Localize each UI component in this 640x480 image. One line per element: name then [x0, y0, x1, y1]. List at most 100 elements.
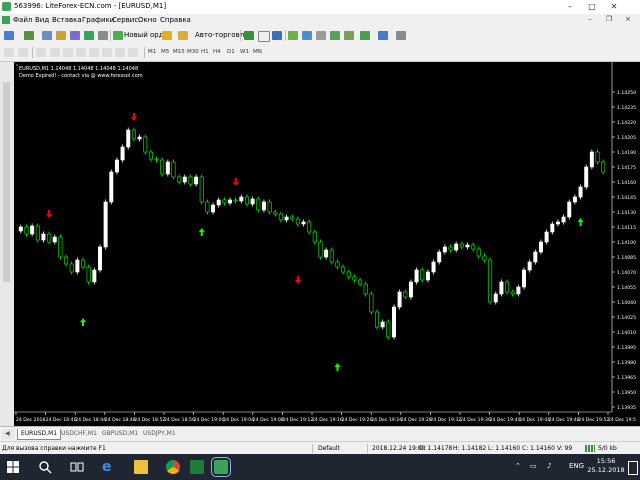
- minimize-button[interactable]: –: [560, 0, 580, 13]
- network-icon[interactable]: ▭: [530, 462, 537, 470]
- candle-body: [471, 244, 476, 250]
- new-chart-icon[interactable]: [4, 31, 14, 40]
- task-view-icon[interactable]: [70, 460, 84, 474]
- line-chart-icon[interactable]: [272, 31, 282, 40]
- navigator-icon[interactable]: [70, 31, 80, 40]
- candle-body: [589, 151, 594, 168]
- profile-name[interactable]: Default: [318, 445, 340, 452]
- tab-usdjpy[interactable]: USDJPY,M1: [140, 429, 179, 439]
- timeframe-m1[interactable]: M1: [148, 49, 156, 55]
- child-minimize-button[interactable]: –: [584, 15, 596, 23]
- maximize-button[interactable]: □: [582, 0, 602, 13]
- zoom-out-icon[interactable]: [302, 31, 312, 40]
- candle-body: [380, 321, 385, 328]
- child-close-button[interactable]: ×: [622, 15, 634, 23]
- tester-icon[interactable]: [98, 31, 108, 40]
- price-tick-label: 1.14145: [617, 195, 636, 201]
- text-label-icon[interactable]: [115, 48, 125, 57]
- candlesticks-icon[interactable]: [258, 31, 270, 42]
- timeframe-h4[interactable]: H4: [213, 49, 221, 55]
- volume-icon[interactable]: ♪: [547, 462, 551, 470]
- menu-help[interactable]: Справка: [160, 16, 191, 24]
- menu-view[interactable]: Вид: [35, 16, 49, 24]
- chart-window-icon: [2, 16, 10, 24]
- time-tick-label: 24 Dec 19:40: [490, 417, 521, 423]
- timeframe-m15[interactable]: M15: [173, 49, 185, 55]
- windows-start-icon[interactable]: [6, 460, 20, 474]
- child-restore-button[interactable]: ❐: [603, 15, 615, 23]
- menu-insert[interactable]: Вставка: [52, 16, 82, 24]
- buy-signal-arrow: [334, 363, 341, 371]
- notifications-icon[interactable]: [628, 461, 638, 475]
- autoscroll-icon[interactable]: [344, 31, 354, 40]
- candle-body: [527, 261, 532, 271]
- trading-app-icon[interactable]: [190, 460, 204, 474]
- candle-body: [177, 176, 182, 183]
- market-watch-icon[interactable]: [42, 31, 52, 40]
- cursor-icon[interactable]: [4, 48, 14, 57]
- new-order-icon[interactable]: [113, 31, 123, 40]
- arrow-icon[interactable]: [128, 48, 138, 57]
- candle-body: [341, 266, 346, 273]
- tile-windows-icon[interactable]: [316, 31, 326, 40]
- close-button[interactable]: ✕: [604, 0, 624, 13]
- candle-body: [182, 176, 187, 183]
- time-tick-label: 24 Dec 18:52: [134, 417, 165, 423]
- indicators-icon[interactable]: [360, 31, 370, 40]
- tab-eurusd[interactable]: EURUSD,M1: [17, 429, 62, 440]
- status-traffic: 5/0 kb: [598, 445, 617, 452]
- channel-icon[interactable]: [76, 48, 86, 57]
- metatrader-icon[interactable]: [211, 457, 231, 477]
- menu-tools[interactable]: Сервис: [112, 16, 138, 24]
- timeframe-h1[interactable]: H1: [201, 49, 209, 55]
- timeframe-m5[interactable]: M5: [161, 49, 169, 55]
- candle-body: [228, 199, 233, 204]
- clock[interactable]: 15:56 25.12.2018: [586, 457, 626, 475]
- tab-scroll-left[interactable]: ◀: [2, 429, 14, 439]
- price-tick-label: 1.13965: [617, 375, 636, 381]
- timeframe-w1[interactable]: W1: [240, 49, 249, 55]
- tray-chevron-icon[interactable]: ⌃: [515, 462, 521, 470]
- periods-icon[interactable]: [378, 31, 388, 40]
- candle-body: [18, 226, 23, 232]
- text-icon[interactable]: [102, 48, 112, 57]
- vertical-line-icon[interactable]: [36, 48, 46, 57]
- candle-body: [216, 199, 221, 206]
- timeframe-m30[interactable]: M30: [187, 49, 199, 55]
- price-tick-label: 1.14160: [617, 180, 636, 186]
- price-tick-label: 1.14085: [617, 255, 636, 261]
- tab-usdchf[interactable]: USDCHF,M1: [58, 429, 100, 439]
- search-icon[interactable]: [38, 460, 52, 474]
- tab-gbpusd[interactable]: GBPUSD,M1: [99, 429, 141, 439]
- chart-shift-icon[interactable]: [330, 31, 340, 40]
- autotrading-icon[interactable]: [178, 31, 188, 40]
- timeframe-mn[interactable]: MN: [253, 49, 262, 55]
- bar-chart-icon[interactable]: [244, 31, 254, 40]
- chart-area[interactable]: EURUSD,M1 1.14048 1.14048 1.14048 1.1404…: [14, 62, 640, 426]
- templates-icon[interactable]: [396, 31, 406, 40]
- panel-scrollbar[interactable]: [3, 82, 10, 282]
- drawing-toolbar: M1 M5 M15 M30 H1 H4 D1 W1 MN: [0, 44, 640, 62]
- price-chart[interactable]: EURUSD,M1 1.14048 1.14048 1.14048 1.1404…: [14, 62, 640, 426]
- data-window-icon[interactable]: [56, 31, 66, 40]
- trendline-icon[interactable]: [63, 48, 73, 57]
- horizontal-line-icon[interactable]: [50, 48, 60, 57]
- candle-body: [295, 218, 300, 225]
- timeframe-d1[interactable]: D1: [227, 49, 235, 55]
- language-indicator[interactable]: ENG: [569, 462, 584, 470]
- metaeditor-icon[interactable]: [162, 31, 172, 40]
- file-explorer-icon[interactable]: [134, 460, 148, 474]
- menu-file[interactable]: Файл: [13, 16, 32, 24]
- crosshair-icon[interactable]: [18, 48, 28, 57]
- edge-browser-icon[interactable]: e: [102, 460, 116, 474]
- terminal-icon[interactable]: [84, 31, 94, 40]
- menu-window[interactable]: Окно: [138, 16, 157, 24]
- candle-body: [595, 151, 600, 163]
- zoom-in-icon[interactable]: [288, 31, 298, 40]
- time-tick-label: 24 Dec 19:32: [430, 417, 461, 423]
- fibonacci-icon[interactable]: [89, 48, 99, 57]
- chrome-icon[interactable]: [166, 460, 180, 474]
- menu-charts[interactable]: Графики: [82, 16, 114, 24]
- sell-signal-arrow: [294, 276, 301, 284]
- profiles-icon[interactable]: [24, 31, 34, 40]
